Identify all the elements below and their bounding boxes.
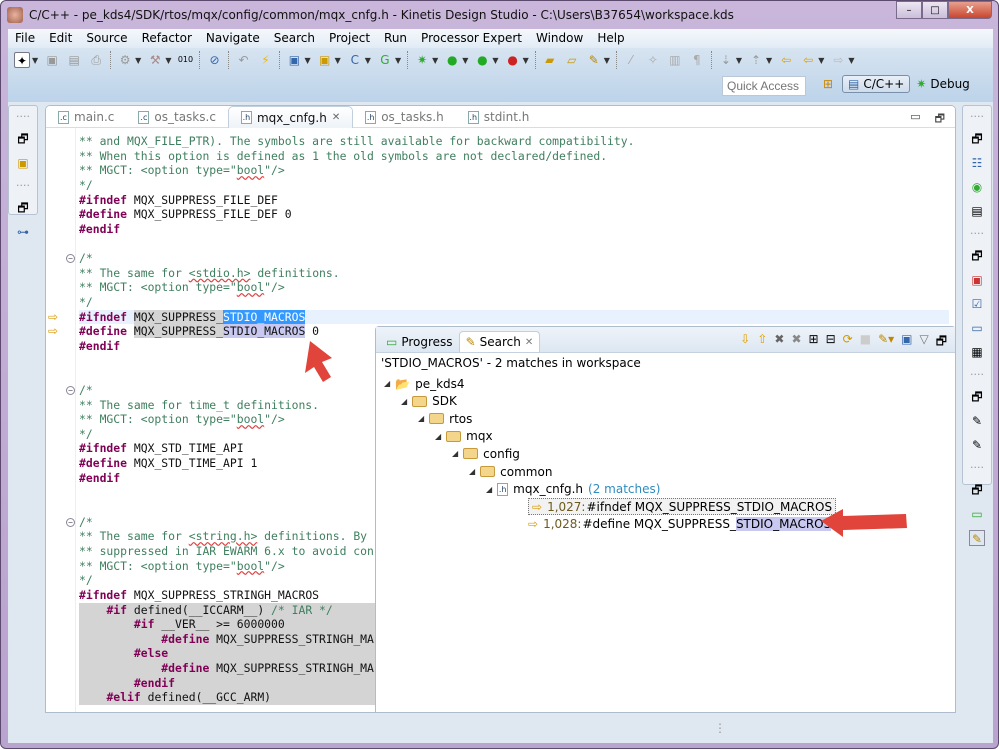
window-frame: C/C++ - pe_kds4/SDK/rtos/mqx/config/comm… [0,0,999,749]
red-arrow-editor [305,341,332,382]
annotation-arrows [305,341,907,537]
status-bar: ⋮ [8,715,993,743]
red-arrow-search [821,509,907,537]
